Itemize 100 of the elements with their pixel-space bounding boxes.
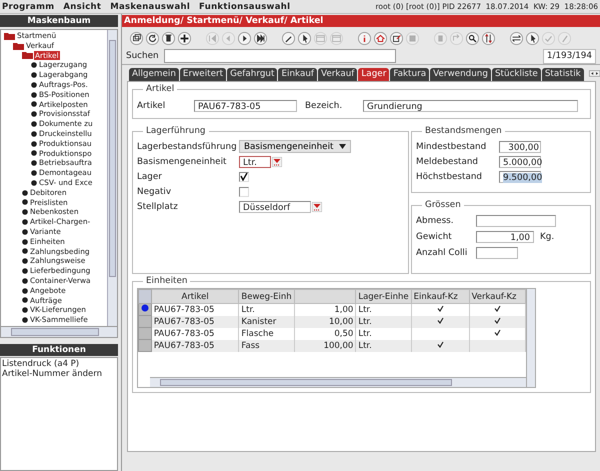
- scrollbar-thumb[interactable]: [160, 379, 452, 386]
- toolbar-button[interactable]: [146, 32, 159, 45]
- scrollbar[interactable]: [526, 289, 535, 387]
- column-header[interactable]: Verkauf-Kz: [469, 290, 526, 304]
- column-header[interactable]: Beweg-Einh: [238, 290, 294, 304]
- number-field[interactable]: 5.000,00: [499, 156, 541, 168]
- caret-icon: [339, 144, 346, 149]
- panel-header: Funktionen: [0, 344, 118, 356]
- group-title: Einheiten: [143, 276, 190, 286]
- tab[interactable]: Stückliste: [492, 68, 541, 81]
- bullet-icon: [31, 140, 37, 147]
- bullet-icon: [22, 190, 28, 196]
- toolbar-button[interactable]: [466, 32, 479, 45]
- bullet-icon: [31, 180, 37, 186]
- group-title: Artikel: [143, 84, 178, 94]
- bullet-icon: [22, 297, 28, 304]
- toolbar-button[interactable]: [526, 32, 539, 45]
- folder-icon: [13, 42, 24, 50]
- toolbar-button[interactable]: [162, 32, 175, 45]
- text-field[interactable]: Grundierung: [363, 100, 578, 112]
- toolbar-button[interactable]: [130, 32, 143, 45]
- bullet-icon: [31, 150, 37, 156]
- dropdown[interactable]: Basismengeneinheit: [239, 140, 352, 153]
- bullet-icon: [31, 170, 37, 176]
- bullet-icon: [22, 268, 28, 274]
- table-cell: Fass: [238, 340, 294, 352]
- scrollbar-thumb[interactable]: [11, 328, 99, 336]
- field-label: Lagerbestandsführung: [137, 142, 238, 152]
- scrollbar-thumb[interactable]: [109, 40, 116, 277]
- checkbox[interactable]: [239, 186, 249, 196]
- field-label: Höchstbestand: [416, 172, 484, 182]
- field-label: Basismengeneinheit: [137, 156, 228, 166]
- bullet-icon: [22, 199, 28, 206]
- toolbar-button[interactable]: [238, 32, 251, 45]
- toolbar-button[interactable]: [254, 32, 267, 45]
- tab[interactable]: Gefahrgut: [227, 68, 278, 81]
- tab[interactable]: Einkauf: [278, 68, 318, 81]
- column-header[interactable]: Einkauf-Kz: [411, 290, 470, 304]
- column-header[interactable]: Artikel: [151, 290, 239, 304]
- bullet-icon: [31, 160, 37, 166]
- toolbar-button[interactable]: [178, 32, 191, 45]
- text-field[interactable]: 1,00: [476, 231, 534, 243]
- field-label: Anzahl Colli: [416, 248, 468, 258]
- bullet-icon: [22, 288, 28, 294]
- breadcrumb-bar: Anmeldung/ Startmenü/ Verkauf/ Artikel: [122, 15, 600, 27]
- folder-icon: [4, 32, 15, 40]
- tab[interactable]: Faktura: [390, 68, 430, 81]
- menu-item[interactable]: Programm: [2, 2, 54, 12]
- field-label: Stellplatz: [137, 202, 179, 212]
- tab-scroll-arrows-icon[interactable]: [588, 69, 600, 78]
- text-field[interactable]: Ltr.: [239, 156, 271, 168]
- tab[interactable]: Allgemein: [129, 68, 179, 81]
- field-label: Bezeich.: [305, 100, 344, 110]
- toolbar-button[interactable]: [510, 32, 523, 45]
- text-field[interactable]: PAU67-783-05: [194, 100, 297, 112]
- toolbar-button[interactable]: [298, 32, 311, 45]
- toolbar-button[interactable]: [282, 32, 295, 45]
- number-field[interactable]: 9.500,00: [499, 170, 541, 182]
- text-field[interactable]: Düsseldorf: [239, 200, 311, 212]
- column-header[interactable]: Lager-Einhe: [356, 290, 412, 304]
- field-label: Meldebestand: [416, 156, 480, 166]
- row-pointer-icon: [140, 304, 149, 312]
- function-item[interactable]: Listendruck (a4 P): [2, 359, 116, 369]
- number-field[interactable]: 300,00: [499, 140, 541, 152]
- field-label: Lager: [137, 172, 163, 182]
- tab[interactable]: Verwendung: [430, 68, 491, 81]
- menu-item[interactable]: Funktionsauswahl: [199, 2, 290, 12]
- function-item[interactable]: Artikel-Nummer ändern: [2, 369, 116, 379]
- bullet-icon: [31, 92, 37, 98]
- search-field[interactable]: [164, 49, 396, 63]
- tab[interactable]: Statistik: [542, 68, 584, 81]
- panel-header: Maskenbaum: [0, 15, 118, 27]
- lookup-button[interactable]: [312, 202, 322, 212]
- tab[interactable]: Lager: [358, 68, 390, 81]
- bullet-icon: [31, 82, 37, 88]
- toolbar-button[interactable]: [390, 32, 403, 45]
- text-field[interactable]: [476, 247, 518, 259]
- checkmark-icon: [436, 340, 444, 348]
- tab[interactable]: Verkauf: [318, 68, 358, 81]
- menu-item[interactable]: Ansicht: [63, 2, 102, 12]
- toolbar-button[interactable]: [482, 32, 495, 45]
- field-label: Abmess.: [416, 216, 455, 226]
- text-field[interactable]: [476, 215, 556, 227]
- table-cell: 100,00: [294, 340, 356, 352]
- row-header[interactable]: [138, 304, 152, 316]
- bullet-icon: [22, 258, 28, 264]
- bullet-icon: [31, 130, 37, 137]
- field-label: Negativ: [137, 186, 172, 196]
- bullet-icon: [31, 121, 37, 128]
- folder-icon: [22, 51, 33, 60]
- search-label: Suchen: [126, 51, 159, 61]
- group-title: Lagerführung: [143, 126, 209, 136]
- bullet-icon: [31, 101, 37, 108]
- tab[interactable]: Erweitert: [180, 68, 226, 81]
- menu-item[interactable]: Maskenauswahl: [110, 2, 190, 12]
- bullet-icon: [31, 111, 37, 118]
- lookup-button[interactable]: [272, 156, 282, 166]
- field-label: Artikel: [137, 100, 166, 110]
- bullet-icon: [31, 72, 37, 78]
- checkbox[interactable]: [239, 172, 249, 182]
